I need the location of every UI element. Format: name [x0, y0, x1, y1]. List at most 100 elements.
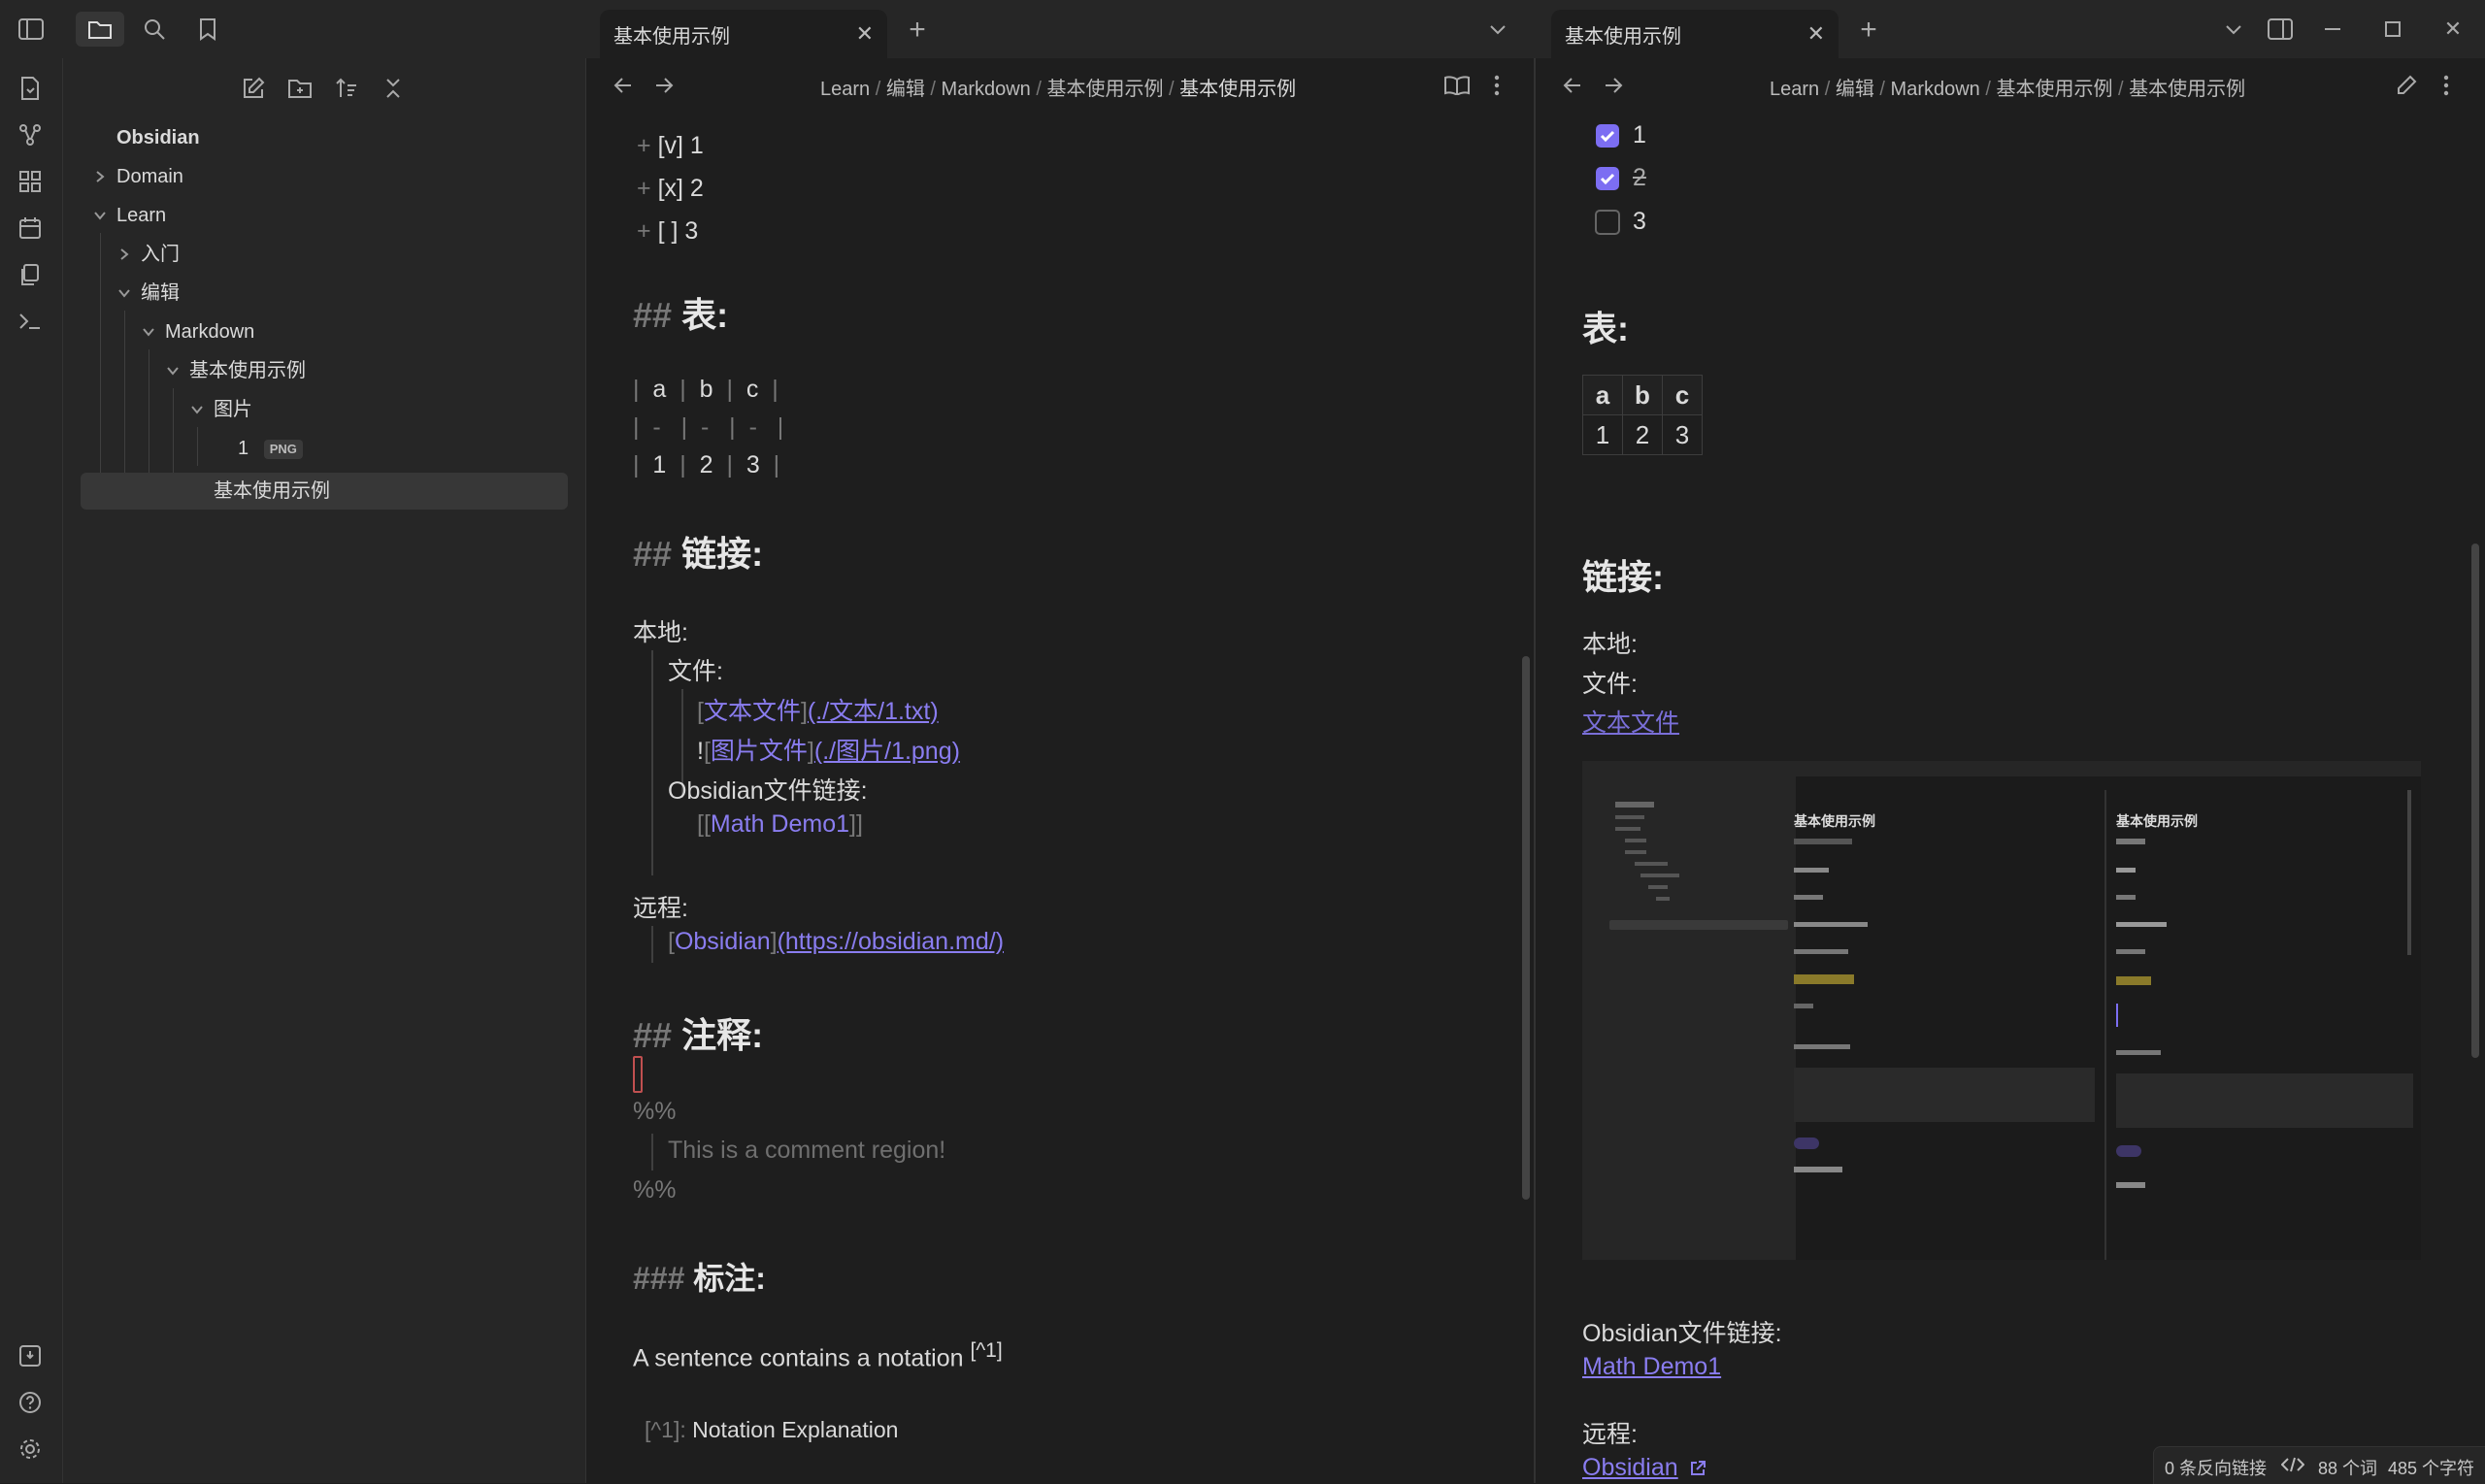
vault-switcher-icon[interactable] [16, 1341, 45, 1370]
source-remote-link[interactable]: [Obsidian](https://obsidian.md/) [668, 928, 1004, 956]
vault-name[interactable]: Obsidian [116, 120, 200, 155]
new-folder-icon[interactable] [285, 74, 315, 103]
source-task-item[interactable]: + [v] 1 [637, 124, 704, 167]
source-task-item[interactable]: + [ ] 3 [637, 210, 704, 252]
new-tab-icon[interactable]: + [1854, 16, 1883, 45]
templates-icon[interactable] [16, 260, 45, 289]
source-remote-label[interactable]: 远程: [633, 889, 688, 924]
chevron-down-icon[interactable] [190, 403, 204, 416]
breadcrumb-item[interactable]: Markdown [942, 79, 1031, 100]
new-tab-icon[interactable]: + [903, 16, 932, 45]
chevron-down-icon[interactable] [166, 364, 180, 378]
math-demo-link[interactable]: Math Demo1 [1582, 1353, 1721, 1381]
breadcrumb-item[interactable]: 编辑 [1836, 79, 1874, 100]
forward-arrow-icon[interactable] [1600, 72, 1627, 99]
minimize-icon[interactable] [2318, 16, 2347, 43]
source-heading-comments[interactable]: ## 注释: [633, 1007, 763, 1058]
chevron-down-icon[interactable] [117, 286, 131, 300]
tree-guide [197, 427, 198, 466]
right-sidebar-toggle-icon[interactable] [2266, 16, 2295, 43]
source-text-file-link[interactable]: [文本文件](./文本/1.txt) [697, 692, 939, 727]
source-heading-notation[interactable]: ### 标注: [633, 1254, 766, 1299]
tree-folder-images[interactable]: 图片 [214, 392, 252, 427]
terminal-icon[interactable] [16, 307, 45, 336]
source-wiki-link[interactable]: [[Math Demo1]] [697, 810, 863, 839]
scrollbar-thumb[interactable] [1522, 656, 1530, 1200]
tab-right[interactable]: 基本使用示例 ✕ [1551, 10, 1839, 58]
tree-folder-intro[interactable]: 入门 [141, 237, 180, 272]
tree-folder-basic-example[interactable]: 基本使用示例 [189, 353, 306, 388]
obsidian-external-link[interactable]: Obsidian [1582, 1454, 1706, 1482]
text-file-link[interactable]: 文本文件 [1582, 704, 1679, 739]
settings-gear-icon[interactable] [16, 1435, 45, 1464]
task-checkbox-checked[interactable] [1596, 124, 1619, 148]
task-checkbox-unchecked[interactable] [1595, 210, 1620, 235]
breadcrumb-item[interactable]: Learn [1770, 79, 1819, 100]
chevron-down-icon[interactable] [93, 209, 107, 222]
graph-view-icon[interactable] [16, 120, 45, 149]
tree-folder-markdown[interactable]: Markdown [165, 314, 254, 349]
mini-line [2116, 1182, 2145, 1188]
footnote-definition[interactable]: [^1]: Notation Explanation [645, 1417, 898, 1443]
source-task-item[interactable]: + [x] 2 [637, 167, 704, 210]
mini-titlebar [1582, 761, 2421, 776]
source-file-label[interactable]: 文件: [668, 652, 723, 687]
scrollbar-thumb[interactable] [2471, 544, 2479, 1058]
forward-arrow-icon[interactable] [650, 72, 678, 99]
back-arrow-icon[interactable] [1559, 72, 1586, 99]
canvas-icon[interactable] [16, 167, 45, 196]
reading-view-icon[interactable] [1442, 72, 1472, 99]
close-icon[interactable]: ✕ [856, 23, 874, 45]
tree-folder-domain[interactable]: Domain [116, 159, 183, 194]
help-icon[interactable] [16, 1388, 45, 1417]
table-header-cell: b [1623, 376, 1663, 415]
chevron-right-icon[interactable] [117, 247, 131, 261]
more-options-icon[interactable] [1485, 72, 1508, 99]
source-mode-icon[interactable] [2279, 1454, 2306, 1475]
file-type-badge: PNG [264, 440, 303, 459]
collapse-all-icon[interactable] [379, 74, 408, 103]
chevron-down-icon[interactable] [2221, 17, 2246, 43]
source-local-label[interactable]: 本地: [633, 613, 688, 648]
tree-file-image[interactable]: 1 PNG [238, 431, 303, 466]
source-heading-links[interactable]: ## 链接: [633, 526, 763, 577]
source-table[interactable]: | a | b | c | | - | - | - | | 1 | 2 | 3 … [633, 371, 783, 484]
sort-icon[interactable] [332, 74, 361, 103]
sidebar-toggle-icon[interactable] [16, 16, 47, 43]
open-quick-switcher-icon[interactable] [16, 74, 45, 103]
bookmark-icon[interactable] [193, 15, 222, 44]
calendar-icon[interactable] [16, 214, 45, 243]
source-heading-table[interactable]: ## 表: [633, 287, 728, 338]
source-ob-link-label[interactable]: Obsidian文件链接: [668, 772, 868, 807]
search-icon[interactable] [140, 15, 169, 44]
breadcrumb-item[interactable]: 编辑 [886, 79, 925, 100]
window-close-icon[interactable]: ✕ [2438, 16, 2468, 43]
files-icon[interactable] [76, 12, 124, 47]
comment-text[interactable]: This is a comment region! [668, 1137, 945, 1165]
chevron-down-icon[interactable] [1485, 17, 1510, 43]
breadcrumb-item[interactable]: Learn [820, 79, 870, 100]
backlinks-count[interactable]: 0 条反向链接 [2165, 1455, 2267, 1480]
close-icon[interactable]: ✕ [1807, 23, 1825, 45]
source-task-list[interactable]: + [v] 1 + [x] 2 + [ ] 3 [637, 124, 704, 252]
edit-pencil-icon[interactable] [2392, 72, 2421, 99]
notation-sentence[interactable]: A sentence contains a notation [^1] [633, 1339, 1003, 1372]
tree-folder-edit[interactable]: 编辑 [141, 276, 180, 311]
breadcrumb-item[interactable]: 基本使用示例 [1996, 79, 2112, 100]
chevron-right-icon[interactable] [93, 170, 107, 183]
source-image-link[interactable]: ![图片文件](./图片/1.png) [697, 732, 960, 767]
tree-folder-learn[interactable]: Learn [116, 198, 166, 233]
new-note-icon[interactable] [239, 74, 268, 103]
comment-open[interactable]: %% [633, 1098, 676, 1126]
task-checkbox-checked[interactable] [1596, 167, 1619, 190]
comment-close[interactable]: %% [633, 1176, 676, 1204]
embedded-image[interactable]: 基本使用示例 基本使用示例 [1582, 761, 2421, 1260]
back-arrow-icon[interactable] [610, 72, 637, 99]
chevron-down-icon[interactable] [142, 325, 155, 339]
breadcrumb-item[interactable]: Markdown [1891, 79, 1980, 100]
breadcrumb-item[interactable]: 基本使用示例 [1046, 79, 1163, 100]
more-options-icon[interactable] [2435, 72, 2458, 99]
tree-file-basic-example[interactable]: 基本使用示例 [214, 474, 330, 509]
tab-left[interactable]: 基本使用示例 ✕ [600, 10, 887, 58]
maximize-icon[interactable] [2378, 16, 2407, 43]
